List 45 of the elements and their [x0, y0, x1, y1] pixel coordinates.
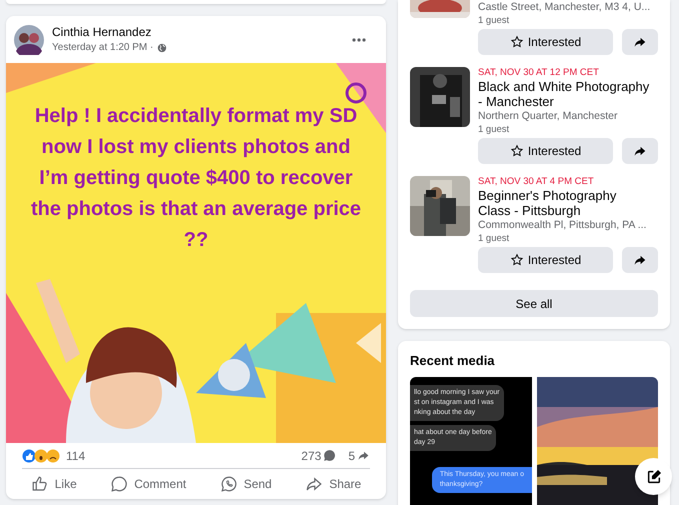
event-title[interactable]: Beginner's Photography Class - Pittsburgh	[478, 188, 650, 218]
post-action-button[interactable]: Share	[293, 471, 374, 497]
share-arrow-icon	[633, 253, 647, 267]
interested-button[interactable]: Interested	[478, 29, 613, 55]
star-icon	[510, 35, 524, 49]
speech-bubble-icon	[110, 475, 128, 493]
post-action-button[interactable]: Like	[18, 471, 89, 497]
share-arrow-icon	[633, 144, 647, 158]
event-title[interactable]: Black and White Photography - Manchester	[478, 79, 650, 109]
share-button[interactable]	[622, 29, 658, 55]
reaction-count[interactable]: 114	[66, 446, 302, 464]
thumbs-up-icon	[30, 475, 49, 493]
share-button[interactable]	[622, 138, 658, 164]
author-name[interactable]: Cinthia Hernandez	[52, 24, 344, 40]
star-icon	[510, 144, 524, 158]
event-location: Castle Street, Manchester, M3 4, U...	[478, 0, 652, 14]
guest-count: 1 guest	[478, 123, 510, 136]
event-date: SAT, NOV 30 AT 4 PM CET	[478, 176, 595, 188]
avatar	[14, 24, 44, 54]
post-time[interactable]: Yesterday at 1:20 PM ·	[52, 40, 154, 55]
share-arrow-icon	[357, 449, 370, 462]
guest-count: 1 guest	[478, 14, 510, 27]
share-button[interactable]	[622, 247, 658, 273]
event-location: Commonwealth Pl, Pittsburgh, PA ...	[478, 218, 648, 232]
share-icon	[305, 475, 324, 493]
event-location: Northern Quarter, Manchester	[478, 109, 618, 123]
edit-icon	[646, 468, 662, 484]
more-options-icon[interactable]	[352, 38, 366, 42]
post-action-button[interactable]: Comment	[98, 471, 198, 497]
event-date: SAT, NOV 30 AT 12 PM CET	[478, 67, 600, 79]
see-all-button[interactable]: See all	[410, 290, 658, 317]
share-count[interactable]: 5	[348, 446, 355, 464]
post-action-button[interactable]: Send	[208, 471, 284, 497]
share-arrow-icon	[633, 35, 647, 49]
globe-icon	[157, 42, 168, 52]
speech-bubble-icon	[323, 449, 336, 462]
phone-bubble-icon	[220, 475, 238, 493]
reaction-emoji-icon	[22, 448, 62, 462]
section-title: Recent media	[410, 353, 496, 369]
star-icon	[510, 253, 524, 267]
interested-button[interactable]: Interested	[478, 247, 613, 273]
comment-count[interactable]: 273	[301, 446, 322, 464]
interested-button[interactable]: Interested	[478, 138, 613, 164]
guest-count: 1 guest	[478, 232, 510, 245]
image-caption: Help ! I accidentally format my SD now I lost my clients photos and I’m getting quote $400 to recover the photos is that an average price ??	[30, 104, 362, 253]
